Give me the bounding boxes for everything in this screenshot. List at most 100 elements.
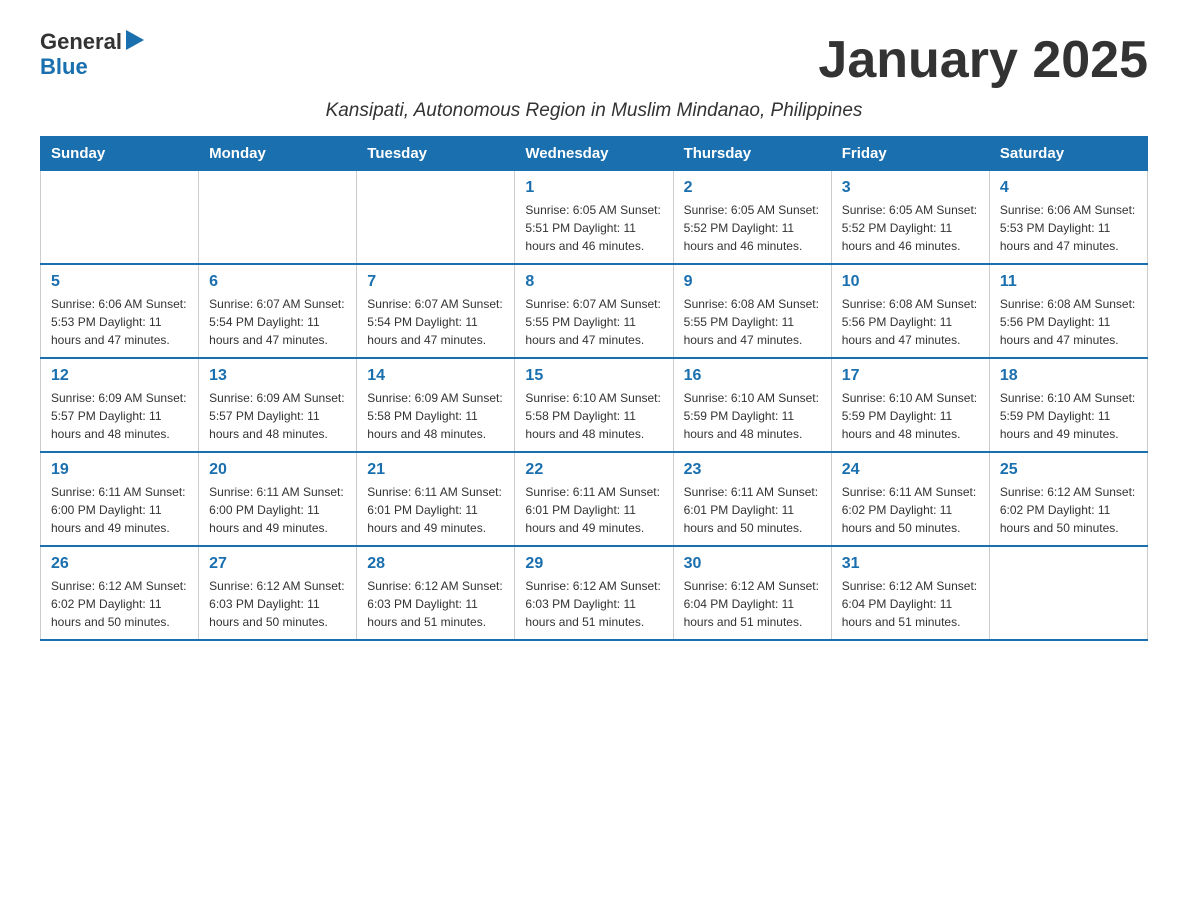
day-info: Sunrise: 6:12 AM Sunset: 6:02 PM Dayligh… — [51, 577, 188, 631]
calendar-day-6: 6 Sunrise: 6:07 AM Sunset: 5:54 PM Daylig… — [199, 264, 357, 358]
day-info: Sunrise: 6:10 AM Sunset: 5:59 PM Dayligh… — [1000, 389, 1137, 443]
calendar-day-19: 19 Sunrise: 6:11 AM Sunset: 6:00 PM Dayli… — [41, 452, 199, 546]
day-number: 30 — [684, 555, 821, 573]
day-info: Sunrise: 6:09 AM Sunset: 5:57 PM Dayligh… — [51, 389, 188, 443]
day-info: Sunrise: 6:11 AM Sunset: 6:01 PM Dayligh… — [525, 483, 662, 537]
calendar-day-7: 7 Sunrise: 6:07 AM Sunset: 5:54 PM Daylig… — [357, 264, 515, 358]
day-info: Sunrise: 6:07 AM Sunset: 5:54 PM Dayligh… — [367, 295, 504, 349]
day-info: Sunrise: 6:05 AM Sunset: 5:52 PM Dayligh… — [684, 201, 821, 255]
calendar-day-13: 13 Sunrise: 6:09 AM Sunset: 5:57 PM Dayli… — [199, 358, 357, 452]
header-wednesday: Wednesday — [515, 137, 673, 171]
logo-block: General Blue — [40, 30, 144, 79]
logo-triangle-icon — [126, 30, 144, 50]
day-number: 19 — [51, 461, 188, 479]
day-info: Sunrise: 6:08 AM Sunset: 5:55 PM Dayligh… — [684, 295, 821, 349]
day-info: Sunrise: 6:06 AM Sunset: 5:53 PM Dayligh… — [1000, 201, 1137, 255]
calendar-day-16: 16 Sunrise: 6:10 AM Sunset: 5:59 PM Dayli… — [673, 358, 831, 452]
day-number: 25 — [1000, 461, 1137, 479]
day-number: 21 — [367, 461, 504, 479]
calendar-week-row: 5 Sunrise: 6:06 AM Sunset: 5:53 PM Daylig… — [41, 264, 1148, 358]
day-info: Sunrise: 6:11 AM Sunset: 6:00 PM Dayligh… — [209, 483, 346, 537]
calendar-day-2: 2Sunrise: 6:05 AM Sunset: 5:52 PM Daylig… — [673, 171, 831, 265]
calendar-table: SundayMondayTuesdayWednesdayThursdayFrid… — [40, 136, 1148, 641]
header-tuesday: Tuesday — [357, 137, 515, 171]
calendar-day-25: 25Sunrise: 6:12 AM Sunset: 6:02 PM Dayli… — [989, 452, 1147, 546]
day-number: 6 — [209, 273, 346, 291]
calendar-day-24: 24 Sunrise: 6:11 AM Sunset: 6:02 PM Dayli… — [831, 452, 989, 546]
day-number: 13 — [209, 367, 346, 385]
calendar-day-20: 20 Sunrise: 6:11 AM Sunset: 6:00 PM Dayli… — [199, 452, 357, 546]
calendar-empty-cell — [989, 546, 1147, 640]
calendar-day-5: 5 Sunrise: 6:06 AM Sunset: 5:53 PM Daylig… — [41, 264, 199, 358]
calendar-day-18: 18 Sunrise: 6:10 AM Sunset: 5:59 PM Dayli… — [989, 358, 1147, 452]
day-number: 7 — [367, 273, 504, 291]
header-friday: Friday — [831, 137, 989, 171]
day-number: 22 — [525, 461, 662, 479]
month-title: January 2025 — [818, 30, 1148, 90]
day-number: 1 — [525, 179, 662, 197]
day-number: 29 — [525, 555, 662, 573]
calendar-day-28: 28Sunrise: 6:12 AM Sunset: 6:03 PM Dayli… — [357, 546, 515, 640]
header-sunday: Sunday — [41, 137, 199, 171]
day-number: 28 — [367, 555, 504, 573]
calendar-day-17: 17Sunrise: 6:10 AM Sunset: 5:59 PM Dayli… — [831, 358, 989, 452]
day-info: Sunrise: 6:07 AM Sunset: 5:55 PM Dayligh… — [525, 295, 662, 349]
header-thursday: Thursday — [673, 137, 831, 171]
day-info: Sunrise: 6:10 AM Sunset: 5:59 PM Dayligh… — [842, 389, 979, 443]
page-header: General Blue January 2025 — [40, 30, 1148, 90]
day-number: 9 — [684, 273, 821, 291]
logo: General Blue — [40, 30, 144, 79]
day-number: 8 — [525, 273, 662, 291]
logo-blue: Blue — [40, 54, 88, 79]
calendar-day-12: 12 Sunrise: 6:09 AM Sunset: 5:57 PM Dayli… — [41, 358, 199, 452]
day-number: 11 — [1000, 273, 1137, 291]
calendar-empty-cell — [357, 171, 515, 265]
day-info: Sunrise: 6:11 AM Sunset: 6:01 PM Dayligh… — [684, 483, 821, 537]
day-info: Sunrise: 6:12 AM Sunset: 6:03 PM Dayligh… — [525, 577, 662, 631]
calendar-header-row: SundayMondayTuesdayWednesdayThursdayFrid… — [41, 137, 1148, 171]
day-number: 27 — [209, 555, 346, 573]
day-number: 24 — [842, 461, 979, 479]
day-number: 4 — [1000, 179, 1137, 197]
day-info: Sunrise: 6:08 AM Sunset: 5:56 PM Dayligh… — [1000, 295, 1137, 349]
calendar-day-10: 10Sunrise: 6:08 AM Sunset: 5:56 PM Dayli… — [831, 264, 989, 358]
day-number: 12 — [51, 367, 188, 385]
calendar-day-4: 4 Sunrise: 6:06 AM Sunset: 5:53 PM Daylig… — [989, 171, 1147, 265]
day-info: Sunrise: 6:12 AM Sunset: 6:03 PM Dayligh… — [209, 577, 346, 631]
calendar-day-9: 9 Sunrise: 6:08 AM Sunset: 5:55 PM Daylig… — [673, 264, 831, 358]
calendar-day-8: 8 Sunrise: 6:07 AM Sunset: 5:55 PM Daylig… — [515, 264, 673, 358]
day-number: 14 — [367, 367, 504, 385]
calendar-day-30: 30 Sunrise: 6:12 AM Sunset: 6:04 PM Dayli… — [673, 546, 831, 640]
day-info: Sunrise: 6:09 AM Sunset: 5:57 PM Dayligh… — [209, 389, 346, 443]
day-number: 18 — [1000, 367, 1137, 385]
day-info: Sunrise: 6:05 AM Sunset: 5:51 PM Dayligh… — [525, 201, 662, 255]
calendar-day-15: 15Sunrise: 6:10 AM Sunset: 5:58 PM Dayli… — [515, 358, 673, 452]
calendar-week-row: 12 Sunrise: 6:09 AM Sunset: 5:57 PM Dayli… — [41, 358, 1148, 452]
calendar-day-22: 22 Sunrise: 6:11 AM Sunset: 6:01 PM Dayli… — [515, 452, 673, 546]
day-info: Sunrise: 6:11 AM Sunset: 6:00 PM Dayligh… — [51, 483, 188, 537]
day-number: 5 — [51, 273, 188, 291]
calendar-empty-cell — [41, 171, 199, 265]
day-info: Sunrise: 6:09 AM Sunset: 5:58 PM Dayligh… — [367, 389, 504, 443]
day-info: Sunrise: 6:06 AM Sunset: 5:53 PM Dayligh… — [51, 295, 188, 349]
day-number: 20 — [209, 461, 346, 479]
calendar-day-27: 27 Sunrise: 6:12 AM Sunset: 6:03 PM Dayli… — [199, 546, 357, 640]
day-info: Sunrise: 6:05 AM Sunset: 5:52 PM Dayligh… — [842, 201, 979, 255]
day-info: Sunrise: 6:08 AM Sunset: 5:56 PM Dayligh… — [842, 295, 979, 349]
calendar-day-1: 1 Sunrise: 6:05 AM Sunset: 5:51 PM Daylig… — [515, 171, 673, 265]
day-info: Sunrise: 6:07 AM Sunset: 5:54 PM Dayligh… — [209, 295, 346, 349]
day-info: Sunrise: 6:12 AM Sunset: 6:04 PM Dayligh… — [684, 577, 821, 631]
day-number: 23 — [684, 461, 821, 479]
day-number: 15 — [525, 367, 662, 385]
day-info: Sunrise: 6:12 AM Sunset: 6:04 PM Dayligh… — [842, 577, 979, 631]
day-number: 16 — [684, 367, 821, 385]
calendar-day-26: 26Sunrise: 6:12 AM Sunset: 6:02 PM Dayli… — [41, 546, 199, 640]
day-info: Sunrise: 6:10 AM Sunset: 5:59 PM Dayligh… — [684, 389, 821, 443]
calendar-week-row: 19 Sunrise: 6:11 AM Sunset: 6:00 PM Dayli… — [41, 452, 1148, 546]
day-info: Sunrise: 6:11 AM Sunset: 6:01 PM Dayligh… — [367, 483, 504, 537]
calendar-day-31: 31Sunrise: 6:12 AM Sunset: 6:04 PM Dayli… — [831, 546, 989, 640]
calendar-week-row: 26Sunrise: 6:12 AM Sunset: 6:02 PM Dayli… — [41, 546, 1148, 640]
calendar-day-29: 29 Sunrise: 6:12 AM Sunset: 6:03 PM Dayli… — [515, 546, 673, 640]
day-info: Sunrise: 6:11 AM Sunset: 6:02 PM Dayligh… — [842, 483, 979, 537]
calendar-day-3: 3Sunrise: 6:05 AM Sunset: 5:52 PM Daylig… — [831, 171, 989, 265]
